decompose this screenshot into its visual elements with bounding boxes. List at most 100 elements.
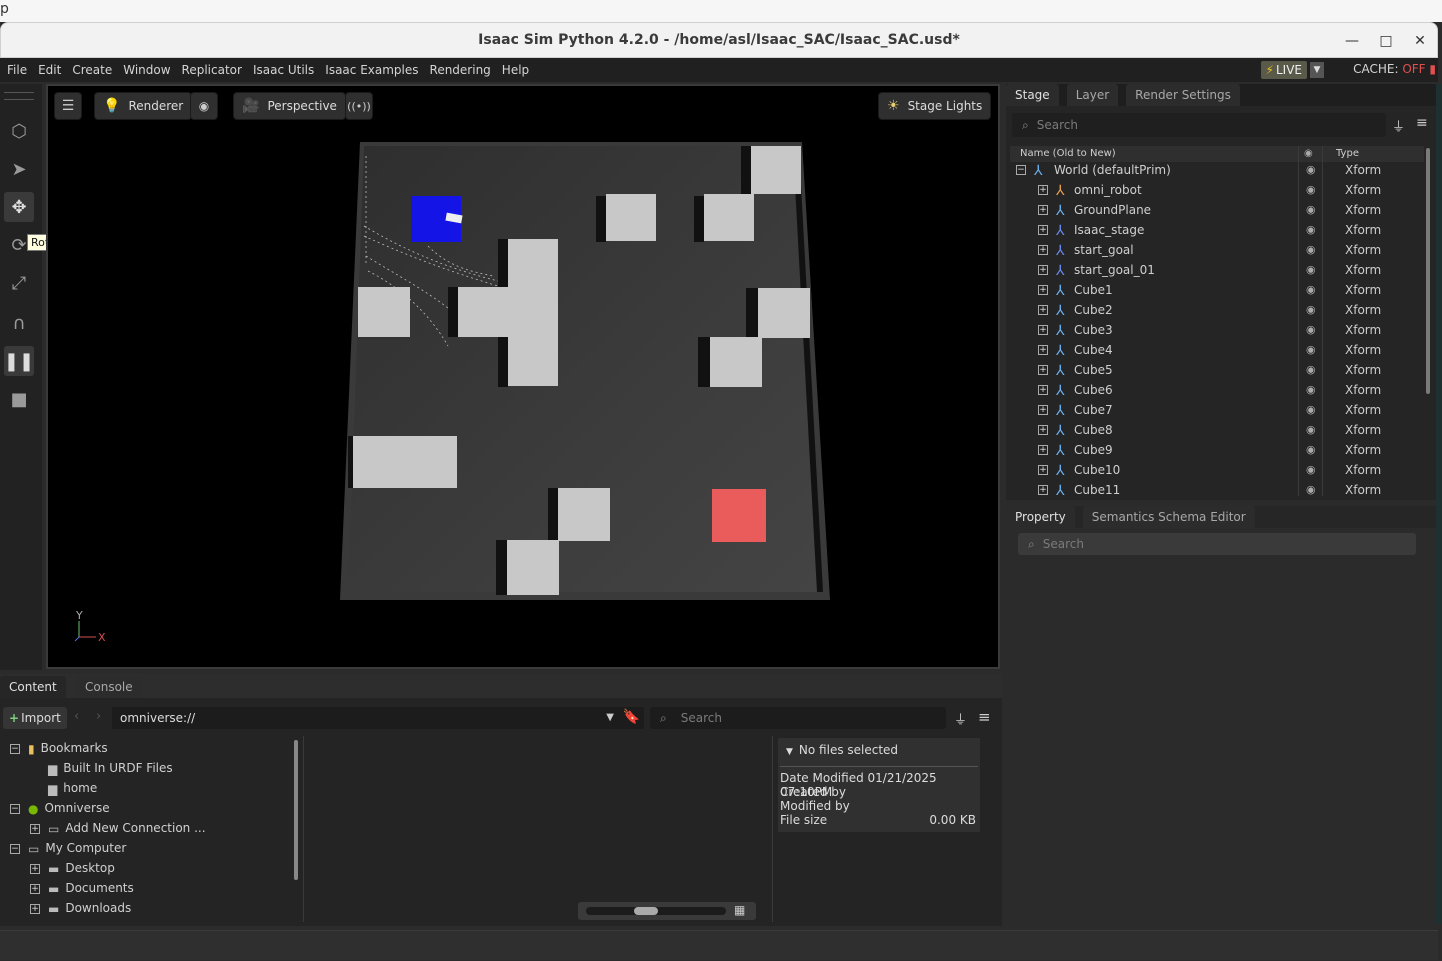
renderer-button[interactable]: 💡 Renderer: [94, 92, 193, 120]
menu-replicator[interactable]: Replicator: [178, 63, 246, 77]
stage-row-cube10[interactable]: + ⅄ Cube10 ◉ Xform: [1010, 460, 1424, 480]
tree-item-my-computer[interactable]: − ▭ My Computer: [10, 838, 126, 858]
eye-icon[interactable]: ◉: [1306, 180, 1316, 200]
expand-icon[interactable]: +: [30, 823, 40, 834]
expand-icon[interactable]: +: [1038, 325, 1048, 335]
eye-icon[interactable]: ◉: [1306, 280, 1316, 300]
eye-icon[interactable]: ◉: [1306, 260, 1316, 280]
grid-view-icon[interactable]: ▦: [734, 903, 745, 917]
expand-icon[interactable]: +: [1038, 265, 1048, 275]
eye-icon[interactable]: ◉: [1306, 320, 1316, 340]
menu-file[interactable]: File: [3, 63, 31, 77]
menu-rendering[interactable]: Rendering: [426, 63, 495, 77]
expand-icon[interactable]: +: [30, 863, 40, 874]
eye-icon[interactable]: ◉: [1306, 220, 1316, 240]
slider-handle[interactable]: [634, 907, 658, 915]
tree-item-desktop[interactable]: + ▬ Desktop: [30, 858, 115, 878]
eye-icon[interactable]: ◉: [1306, 240, 1316, 260]
select-mode-icon[interactable]: ⬡: [4, 116, 34, 146]
stage-row-cube5[interactable]: + ⅄ Cube5 ◉ Xform: [1010, 360, 1424, 380]
select-arrow-icon[interactable]: ➤: [4, 154, 34, 184]
stage-row-world[interactable]: − ⅄ World (defaultPrim) ◉ Xform: [1010, 160, 1424, 180]
eye-icon[interactable]: ◉: [1306, 200, 1316, 220]
stage-search-input[interactable]: ⌕ Search: [1012, 113, 1386, 137]
stage-row-start-goal-01[interactable]: + ⅄ start_goal_01 ◉ Xform: [1010, 260, 1424, 280]
stage-row-cube7[interactable]: + ⅄ Cube7 ◉ Xform: [1010, 400, 1424, 420]
expand-icon[interactable]: +: [1038, 445, 1048, 455]
stage-row-groundplane[interactable]: + ⅄ GroundPlane ◉ Xform: [1010, 200, 1424, 220]
eye-icon[interactable]: ◉: [1306, 480, 1316, 500]
forward-icon[interactable]: ›: [96, 709, 101, 724]
expand-icon[interactable]: +: [30, 903, 40, 914]
expand-icon[interactable]: +: [1038, 305, 1048, 315]
stop-icon[interactable]: ■: [4, 384, 34, 414]
scene-render[interactable]: [48, 86, 998, 667]
move-icon[interactable]: ✥: [4, 192, 34, 222]
pause-icon[interactable]: ❚❚: [4, 346, 34, 376]
live-badge[interactable]: ⚡ LIVE: [1260, 61, 1307, 79]
tab-semantics-schema-editor[interactable]: Semantics Schema Editor: [1082, 506, 1255, 528]
stage-row-cube4[interactable]: + ⅄ Cube4 ◉ Xform: [1010, 340, 1424, 360]
tree-item-add-connection[interactable]: + ▭ Add New Connection ...: [30, 818, 206, 838]
filter-icon[interactable]: ⏚: [954, 709, 967, 728]
eye-icon[interactable]: ◉: [1306, 360, 1316, 380]
visibility-button[interactable]: ◉: [190, 92, 218, 120]
menu-create[interactable]: Create: [68, 63, 116, 77]
bookmark-icon[interactable]: 🔖: [623, 706, 640, 728]
toolbar-grip[interactable]: [4, 92, 34, 100]
import-button[interactable]: + Import: [3, 707, 67, 729]
stage-row-cube3[interactable]: + ⅄ Cube3 ◉ Xform: [1010, 320, 1424, 340]
property-search-input[interactable]: ⌕ Search: [1018, 533, 1416, 555]
minimize-button[interactable]: —: [1341, 30, 1363, 52]
audio-button[interactable]: ((•)): [345, 92, 373, 120]
stage-row-cube11[interactable]: + ⅄ Cube11 ◉ Xform: [1010, 480, 1424, 500]
stage-row-cube9[interactable]: + ⅄ Cube9 ◉ Xform: [1010, 440, 1424, 460]
thumbnail-size-slider[interactable]: [586, 907, 726, 915]
path-dropdown-icon[interactable]: ▼: [606, 707, 614, 729]
stage-row-cube1[interactable]: + ⅄ Cube1 ◉ Xform: [1010, 280, 1424, 300]
eye-icon[interactable]: ◉: [1306, 460, 1316, 480]
path-input[interactable]: omniverse:// ▼ 🔖: [112, 707, 644, 729]
stage-row-omni-robot[interactable]: + ⅄ omni_robot ◉ Xform: [1010, 180, 1424, 200]
eye-icon[interactable]: ◉: [1306, 400, 1316, 420]
expand-icon[interactable]: +: [1038, 225, 1048, 235]
close-button[interactable]: ✕: [1409, 30, 1431, 52]
collapse-icon[interactable]: −: [10, 843, 20, 854]
expand-icon[interactable]: +: [1038, 465, 1048, 475]
eye-icon[interactable]: ◉: [1306, 380, 1316, 400]
expand-icon[interactable]: +: [1038, 425, 1048, 435]
tab-stage[interactable]: Stage: [1006, 84, 1059, 106]
menu-icon[interactable]: ≡: [1416, 115, 1428, 131]
menu-help[interactable]: Help: [498, 63, 533, 77]
expand-icon[interactable]: +: [1038, 285, 1048, 295]
tree-item-downloads[interactable]: + ▬ Downloads: [30, 898, 131, 918]
menu-window[interactable]: Window: [119, 63, 174, 77]
expand-icon[interactable]: +: [1038, 385, 1048, 395]
expand-icon[interactable]: +: [1038, 185, 1048, 195]
back-icon[interactable]: ‹: [74, 709, 79, 724]
expand-icon[interactable]: +: [1038, 205, 1048, 215]
stage-row-cube2[interactable]: + ⅄ Cube2 ◉ Xform: [1010, 300, 1424, 320]
tab-layer[interactable]: Layer: [1066, 84, 1119, 106]
tree-item-built-in-urdf[interactable]: ▆ Built In URDF Files: [48, 758, 173, 778]
tree-scrollbar[interactable]: [294, 740, 298, 880]
maximize-button[interactable]: □: [1375, 30, 1397, 52]
viewport[interactable]: Y X ☰ 💡 Renderer ◉ 🎥 Perspective ((•)) ☀ St…: [46, 84, 1000, 669]
stage-scrollbar[interactable]: [1426, 148, 1430, 394]
menu-isaac-examples[interactable]: Isaac Examples: [321, 63, 422, 77]
tree-item-documents[interactable]: + ▬ Documents: [30, 878, 134, 898]
stage-row-isaac-stage[interactable]: + ⅄ Isaac_stage ◉ Xform: [1010, 220, 1424, 240]
live-control[interactable]: ⚡ LIVE ▼: [1260, 61, 1324, 79]
snap-magnet-icon[interactable]: ∩: [4, 308, 34, 338]
content-search-input[interactable]: ⌕ Search: [650, 707, 946, 729]
tab-console[interactable]: Console: [76, 676, 142, 698]
collapse-icon[interactable]: −: [1016, 165, 1026, 175]
tree-item-bookmarks[interactable]: − ▮ Bookmarks: [10, 738, 108, 758]
eye-icon[interactable]: ◉: [1306, 160, 1316, 180]
viewport-settings-button[interactable]: ☰: [54, 92, 82, 120]
expand-icon[interactable]: +: [1038, 365, 1048, 375]
camera-button[interactable]: 🎥 Perspective: [233, 92, 346, 120]
eye-icon[interactable]: ◉: [1306, 420, 1316, 440]
menu-edit[interactable]: Edit: [34, 63, 65, 77]
expand-icon[interactable]: +: [30, 883, 40, 894]
